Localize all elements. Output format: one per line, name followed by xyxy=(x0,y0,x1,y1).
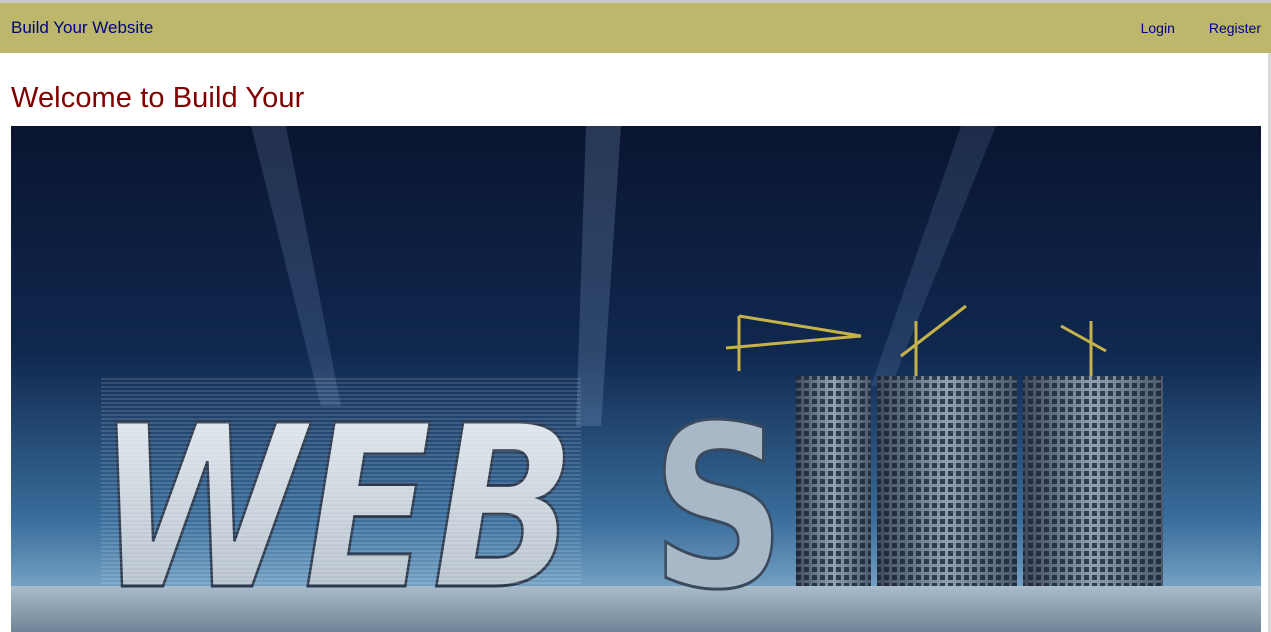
web-letters: WEB xyxy=(95,376,581,632)
login-link[interactable]: Login xyxy=(1141,20,1175,36)
nav-links: Login Register xyxy=(1107,20,1261,36)
svg-text:S: S xyxy=(651,378,786,632)
site-towers xyxy=(796,376,1163,586)
register-link[interactable]: Register xyxy=(1209,20,1261,36)
brand-link[interactable]: Build Your Website xyxy=(11,18,153,38)
hero-illustration: WEB S xyxy=(11,126,1261,632)
top-navbar: Build Your Website Login Register xyxy=(0,3,1271,53)
page-title: Welcome to Build Your xyxy=(11,82,305,114)
hero-image: WEB S xyxy=(11,126,1261,632)
s-letter: S xyxy=(650,377,788,632)
